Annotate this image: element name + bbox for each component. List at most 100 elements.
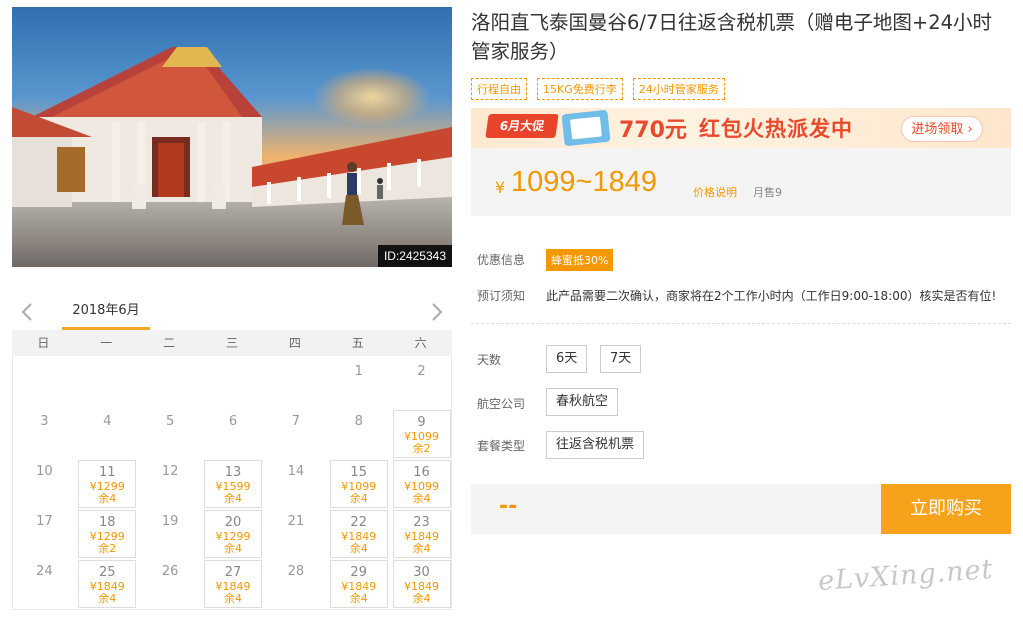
calendar-day[interactable]: 30 ¥1849 余4 [392,560,451,608]
product-tags: 行程自由 15KG免费行李 24小时管家服务 [471,78,725,100]
calendar-day[interactable]: 29 ¥1849 余4 [329,560,388,608]
calendar-day-number: 28 [287,564,305,579]
calendar-day-number: 23 [413,515,430,530]
calendar-day-number: 26 [161,564,179,579]
calendar-day-number: 19 [161,514,179,529]
calendar-day[interactable]: 20 ¥1299 余4 [204,510,262,558]
calendar-day-stock: 余4 [224,592,242,605]
chevron-right-icon[interactable] [430,302,444,322]
calendar-day-number: 17 [36,514,53,529]
buy-bar: -- 立即购买 [471,484,1011,534]
quantity-display: -- [499,494,518,519]
image-id-tag: ID:2425343 [377,245,452,267]
notice-label: 预订须知 [477,289,526,303]
calendar-day[interactable]: 25 ¥1849 余4 [78,560,137,608]
price-box: ¥ 1099~1849 价格说明 月售9 [471,148,1011,216]
calendar-grid: 1 2 3 4 5 6 7 8 9 ¥1099 余2 10 11 ¥1299 余4 12 13 ¥1599 余4 14… [12,356,452,610]
calendar-day-number: 3 [40,414,49,429]
calendar-day: 19 [141,510,199,558]
chevron-left-icon[interactable] [20,302,34,322]
package-label: 套餐类型 [477,439,526,453]
days-option-6[interactable]: 6天 [546,345,588,373]
calendar-day: 7 [267,410,325,458]
calendar-day-number: 18 [99,515,116,530]
days-option-7[interactable]: 7天 [600,345,642,373]
calendar-day-number: 5 [166,414,175,429]
promo-banner[interactable]: 6月大促 770元 红包火热派发中 进场领取 › [471,108,1011,148]
calendar-day-number: 12 [161,464,179,479]
calendar-day[interactable]: 9 ¥1099 余2 [392,410,451,458]
calendar-day-number: 30 [413,565,430,580]
calendar-day-number: 10 [36,464,53,479]
calendar-day-stock: 余4 [412,592,431,605]
calendar-header: 2018年6月 [12,294,452,330]
package-option[interactable]: 往返含税机票 [546,431,645,459]
calendar-day-number: 11 [99,465,116,480]
red-envelope-icon [561,109,611,147]
calendar-day-number: 20 [224,515,242,530]
calendar-day-number: 27 [224,565,242,580]
calendar-day[interactable]: 22 ¥1849 余4 [329,510,388,558]
calendar-day[interactable]: 23 ¥1849 余4 [392,510,451,558]
feature-tag: 24小时管家服务 [632,78,725,100]
buy-now-button[interactable]: 立即购买 [881,484,1011,534]
weekday-label: 四 [288,336,301,350]
discount-label: 优惠信息 [477,253,526,267]
calendar-day: 28 [267,560,325,608]
calendar-day-number: 15 [350,465,367,480]
calendar-day-number: 14 [287,464,305,479]
calendar-day: 14 [267,460,325,508]
promo-enter-button[interactable]: 进场领取 › [901,116,983,142]
calendar-day-number: 1 [354,364,363,379]
weekday-label: 六 [414,336,427,350]
calendar-day-number: 13 [224,465,242,480]
calendar-day-number: 22 [350,515,367,530]
calendar-day: 12 [141,460,199,508]
calendar-day-number: 21 [287,514,305,529]
weekday-label: 日 [37,336,50,350]
calendar-day-stock: 余4 [224,492,242,505]
days-label: 天数 [477,353,502,367]
calendar-weekday-row: 日 一 二 三 四 五 六 [12,330,452,356]
promo-amount: 770元 [619,118,687,143]
section-divider [471,323,1011,324]
price-note-link[interactable]: 价格说明 [693,184,737,200]
calendar-day-stock: 余4 [412,492,431,505]
calendar-day[interactable]: 18 ¥1299 余2 [78,510,137,558]
calendar-day[interactable]: 15 ¥1099 余4 [329,460,388,508]
calendar-day[interactable]: 16 ¥1099 余4 [392,460,451,508]
calendar-day[interactable]: 13 ¥1599 余4 [204,460,262,508]
calendar-day: 24 [15,560,73,608]
calendar-day-stock: 余4 [98,592,117,605]
calendar-day-stock: 余4 [349,542,368,555]
calendar-day[interactable]: 27 ¥1849 余4 [204,560,262,608]
booking-notice: 此产品需要二次确认，商家将在2个工作小时内（工作日9:00-18:00）核实是否… [546,289,997,303]
calendar-day: 17 [15,510,73,558]
calendar-day-stock: 余4 [412,542,431,555]
calendar-day-number: 7 [291,414,300,429]
calendar-day-stock: 余4 [224,542,242,555]
weekday-label: 一 [100,336,113,350]
temple-illustration [12,47,452,225]
calendar-day-number: 4 [103,414,112,429]
calendar-day: 2 [393,360,451,408]
calendar-day-stock: 余4 [349,592,368,605]
calendar-day[interactable]: 11 ¥1299 余4 [78,460,137,508]
calendar-day-number: 8 [354,414,363,429]
airline-option[interactable]: 春秋航空 [546,388,619,416]
discount-badge: 蜂蜜抵30% [546,249,614,271]
calendar-day: 21 [267,510,325,558]
calendar-day-number: 9 [417,415,426,430]
feature-tag: 行程自由 [471,78,527,100]
calendar-month-tab[interactable]: 2018年6月 [62,302,150,330]
calendar-day-number: 2 [417,364,426,379]
calendar-day: 8 [330,410,388,458]
price-range: 1099~1849 [511,166,657,198]
product-title: 洛阳直飞泰国曼谷6/7日往返含税机票（赠电子地图+24小时管家服务） [471,11,993,63]
airline-label: 航空公司 [477,397,526,411]
calendar-day-number: 29 [350,565,367,580]
weekday-label: 三 [226,336,239,350]
calendar-day: 4 [78,410,136,458]
weekday-label: 五 [351,336,364,350]
calendar-day-stock: 余4 [349,492,368,505]
